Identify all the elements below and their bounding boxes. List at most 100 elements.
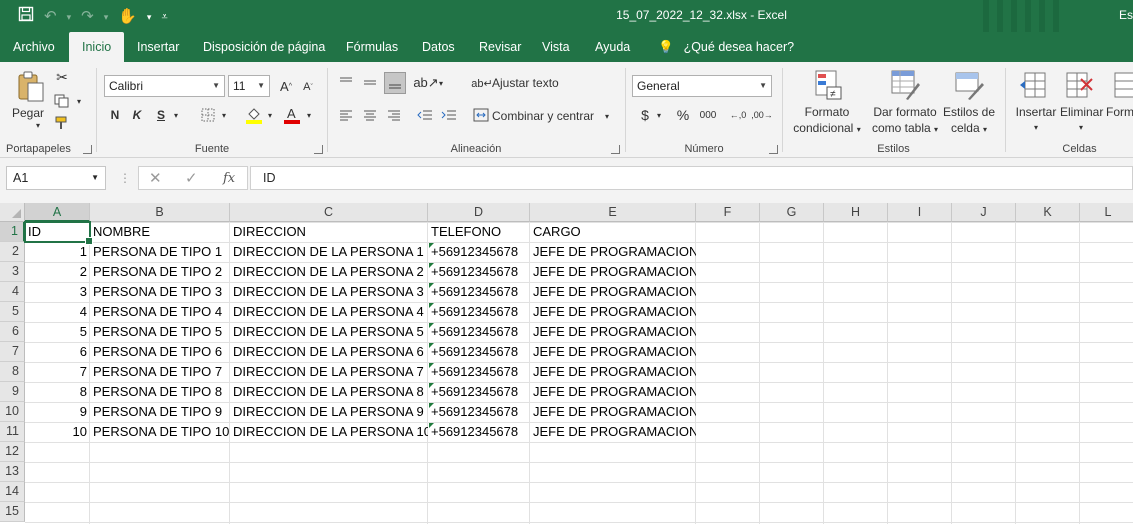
- select-all-button[interactable]: [0, 203, 25, 222]
- percent-button[interactable]: %: [674, 106, 692, 124]
- row-header-5[interactable]: 5: [0, 302, 25, 322]
- paste-dropdown-icon[interactable]: ▾: [30, 119, 46, 131]
- cell-a8[interactable]: 7: [25, 362, 90, 382]
- cell-d11[interactable]: +56912345678: [428, 422, 530, 442]
- cell-c2[interactable]: DIRECCION DE LA PERSONA 1: [230, 242, 428, 262]
- shrink-font-icon[interactable]: Aˇ: [300, 78, 316, 96]
- wrap-text-button[interactable]: Ajustar texto: [492, 74, 572, 92]
- cell-d4[interactable]: +56912345678: [428, 282, 530, 302]
- cell-e8[interactable]: JEFE DE PROGRAMACION: [530, 362, 696, 382]
- increase-indent-icon[interactable]: [440, 107, 458, 123]
- cell-b5[interactable]: PERSONA DE TIPO 4: [90, 302, 230, 322]
- cut-icon[interactable]: ✂: [52, 68, 72, 86]
- cell-b10[interactable]: PERSONA DE TIPO 9: [90, 402, 230, 422]
- cell-a5[interactable]: 4: [25, 302, 90, 322]
- cell-b7[interactable]: PERSONA DE TIPO 6: [90, 342, 230, 362]
- name-box[interactable]: A1 ▼: [6, 166, 106, 190]
- cell-styles-label-2[interactable]: celda ▾: [941, 120, 997, 138]
- cell-b1[interactable]: NOMBRE: [90, 222, 230, 242]
- row-header-11[interactable]: 11: [0, 422, 25, 442]
- row-header-15[interactable]: 15: [0, 502, 25, 522]
- user-name[interactable]: Est: [1119, 8, 1133, 22]
- cell-a7[interactable]: 6: [25, 342, 90, 362]
- tab-formulas[interactable]: Fórmulas: [334, 32, 410, 62]
- cell-d8[interactable]: +56912345678: [428, 362, 530, 382]
- align-bottom-icon[interactable]: [384, 72, 406, 94]
- cell-c7[interactable]: DIRECCION DE LA PERSONA 6: [230, 342, 428, 362]
- insert-cells-icon[interactable]: [1018, 70, 1048, 100]
- cell-b9[interactable]: PERSONA DE TIPO 8: [90, 382, 230, 402]
- grow-font-icon[interactable]: A ^: [277, 76, 295, 96]
- cell-d7[interactable]: +56912345678: [428, 342, 530, 362]
- row-header-9[interactable]: 9: [0, 382, 25, 402]
- cell-e3[interactable]: JEFE DE PROGRAMACION: [530, 262, 696, 282]
- alignment-launcher-icon[interactable]: [611, 145, 620, 154]
- row-header-4[interactable]: 4: [0, 282, 25, 302]
- cell-a6[interactable]: 5: [25, 322, 90, 342]
- wrap-text-icon[interactable]: ab↵: [471, 74, 492, 92]
- tab-inicio[interactable]: Inicio: [69, 32, 125, 62]
- cell-b2[interactable]: PERSONA DE TIPO 1: [90, 242, 230, 262]
- cell-b6[interactable]: PERSONA DE TIPO 5: [90, 322, 230, 342]
- paste-icon[interactable]: [14, 70, 48, 104]
- cell-e10[interactable]: JEFE DE PROGRAMACION: [530, 402, 696, 422]
- cell-a3[interactable]: 2: [25, 262, 90, 282]
- column-header-k[interactable]: K: [1016, 203, 1080, 222]
- conditional-format-icon[interactable]: ≠: [813, 68, 845, 102]
- italic-button[interactable]: K: [129, 106, 145, 124]
- number-launcher-icon[interactable]: [769, 145, 778, 154]
- format-as-table-icon[interactable]: [889, 68, 921, 102]
- column-header-l[interactable]: L: [1080, 203, 1133, 222]
- column-header-c[interactable]: C: [230, 203, 428, 222]
- borders-icon[interactable]: [199, 106, 217, 124]
- cell-styles-label-1[interactable]: Estilos de: [941, 104, 997, 120]
- cell-b8[interactable]: PERSONA DE TIPO 7: [90, 362, 230, 382]
- decrease-indent-icon[interactable]: [416, 107, 434, 123]
- cell-b3[interactable]: PERSONA DE TIPO 2: [90, 262, 230, 282]
- currency-button[interactable]: $: [638, 106, 652, 124]
- tab-datos[interactable]: Datos: [410, 32, 467, 62]
- column-header-e[interactable]: E: [530, 203, 696, 222]
- cell-a11[interactable]: 10: [25, 422, 90, 442]
- column-header-g[interactable]: G: [760, 203, 824, 222]
- format-as-table-label-2[interactable]: como tabla ▾: [869, 120, 941, 138]
- tab-insertar[interactable]: Insertar: [125, 32, 191, 62]
- align-left-icon[interactable]: [338, 107, 354, 123]
- cell-d3[interactable]: +56912345678: [428, 262, 530, 282]
- column-header-j[interactable]: J: [952, 203, 1016, 222]
- clipboard-launcher-icon[interactable]: [83, 145, 92, 154]
- row-header-3[interactable]: 3: [0, 262, 25, 282]
- cell-e6[interactable]: JEFE DE PROGRAMACION: [530, 322, 696, 342]
- cell-d6[interactable]: +56912345678: [428, 322, 530, 342]
- cell-c8[interactable]: DIRECCION DE LA PERSONA 7: [230, 362, 428, 382]
- cell-a10[interactable]: 9: [25, 402, 90, 422]
- increase-decimal-icon[interactable]: ←,0: [728, 106, 748, 124]
- delete-cells-label[interactable]: Eliminar: [1060, 104, 1103, 120]
- column-header-d[interactable]: D: [428, 203, 530, 222]
- cell-a2[interactable]: 1: [25, 242, 90, 262]
- tab-vista[interactable]: Vista: [530, 32, 582, 62]
- insert-cells-label[interactable]: Insertar: [1010, 104, 1062, 120]
- cell-a4[interactable]: 3: [25, 282, 90, 302]
- bold-button[interactable]: N: [107, 106, 123, 124]
- cell-e9[interactable]: JEFE DE PROGRAMACION: [530, 382, 696, 402]
- row-header-1[interactable]: 1: [0, 222, 25, 242]
- underline-dropdown-icon[interactable]: ▾: [171, 106, 181, 124]
- font-name-select[interactable]: Calibri ▼: [104, 75, 225, 97]
- cell-e1[interactable]: CARGO: [530, 222, 696, 242]
- format-cells-label[interactable]: Formato: [1106, 104, 1133, 120]
- cell-c5[interactable]: DIRECCION DE LA PERSONA 4: [230, 302, 428, 322]
- merge-dropdown-icon[interactable]: ▾: [602, 107, 612, 125]
- delete-cells-icon[interactable]: [1064, 70, 1094, 100]
- thousands-button[interactable]: 000: [698, 106, 718, 124]
- column-header-b[interactable]: B: [90, 203, 230, 222]
- font-color-dropdown-icon[interactable]: ▾: [304, 106, 314, 124]
- fill-color-dropdown-icon[interactable]: ▾: [265, 106, 275, 124]
- format-cells-icon[interactable]: [1112, 70, 1133, 100]
- cell-c4[interactable]: DIRECCION DE LA PERSONA 3: [230, 282, 428, 302]
- cell-e11[interactable]: JEFE DE PROGRAMACION: [530, 422, 696, 442]
- formula-bar-grip-icon[interactable]: ⋮: [119, 171, 131, 185]
- tab-disposicion-pagina[interactable]: Disposición de página: [191, 32, 337, 62]
- cell-styles-icon[interactable]: [953, 68, 985, 102]
- font-size-select[interactable]: 11 ▼: [228, 75, 270, 97]
